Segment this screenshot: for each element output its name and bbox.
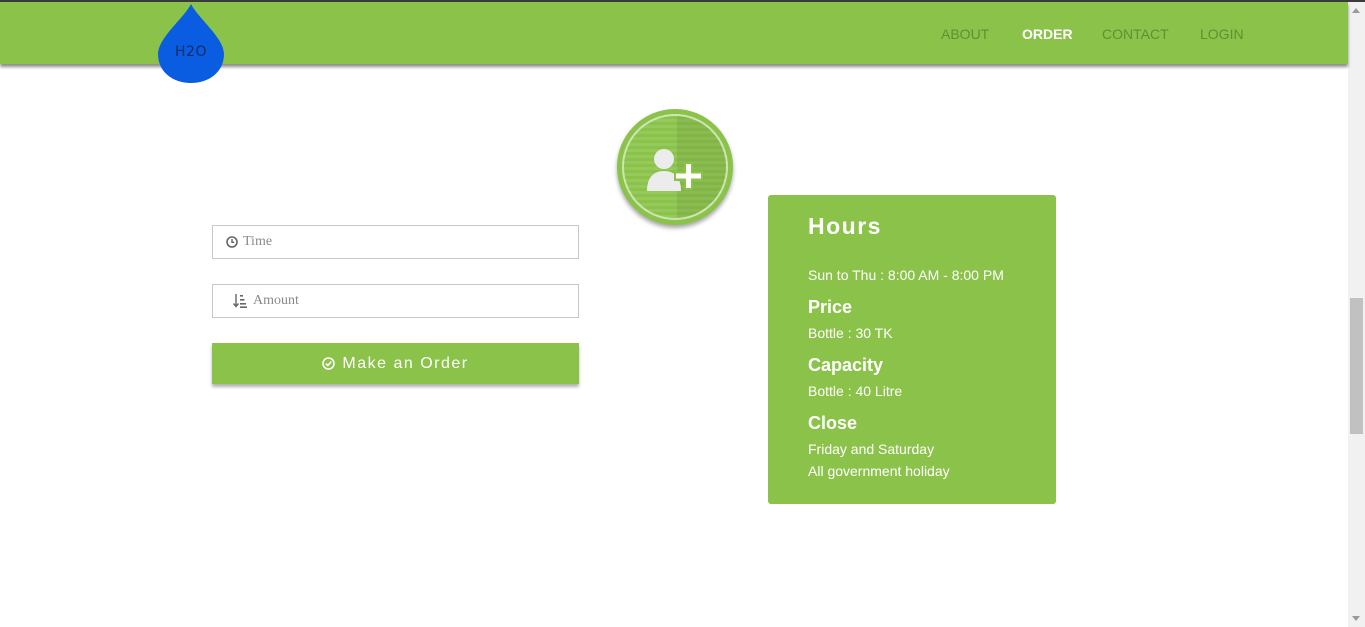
time-field[interactable]	[212, 225, 579, 259]
logo-text: H2O	[175, 44, 207, 60]
nav-item-order[interactable]: ORDER	[1022, 26, 1073, 42]
logo[interactable]: H2O	[158, 4, 224, 84]
clock-icon	[226, 236, 238, 248]
sort-amount-icon	[232, 294, 247, 308]
nav-item-login[interactable]: LOGIN	[1200, 26, 1244, 42]
close-days-text: Friday and Saturday	[808, 441, 935, 457]
nav-item-about[interactable]: ABOUT	[941, 26, 989, 42]
hours-card: Hours Sun to Thu : 8:00 AM - 8:00 PM Pri…	[768, 195, 1056, 504]
nav-item-contact[interactable]: CONTACT	[1102, 26, 1169, 42]
add-user-icon	[647, 149, 703, 191]
scroll-up-icon[interactable]	[1352, 8, 1360, 13]
close-holiday-text: All government holiday	[808, 463, 950, 479]
capacity-heading: Capacity	[808, 355, 884, 375]
amount-input[interactable]	[253, 285, 583, 317]
time-input[interactable]	[243, 226, 573, 258]
make-order-label: Make an Order	[342, 354, 469, 372]
close-heading: Close	[808, 413, 858, 433]
scroll-down-icon[interactable]	[1352, 616, 1360, 621]
price-heading: Price	[808, 297, 853, 317]
hours-title: Hours	[808, 213, 882, 239]
check-circle-icon	[322, 357, 336, 370]
make-order-button[interactable]: Make an Order	[212, 343, 579, 384]
order-badge	[617, 109, 733, 225]
schedule-text: Sun to Thu : 8:00 AM - 8:00 PM	[808, 267, 1004, 283]
capacity-text: Bottle : 40 Litre	[808, 383, 903, 399]
price-text: Bottle : 30 TK	[808, 325, 893, 341]
page-scrollbar[interactable]	[1348, 2, 1365, 627]
amount-field[interactable]	[212, 284, 583, 318]
scroll-thumb[interactable]	[1350, 298, 1363, 434]
